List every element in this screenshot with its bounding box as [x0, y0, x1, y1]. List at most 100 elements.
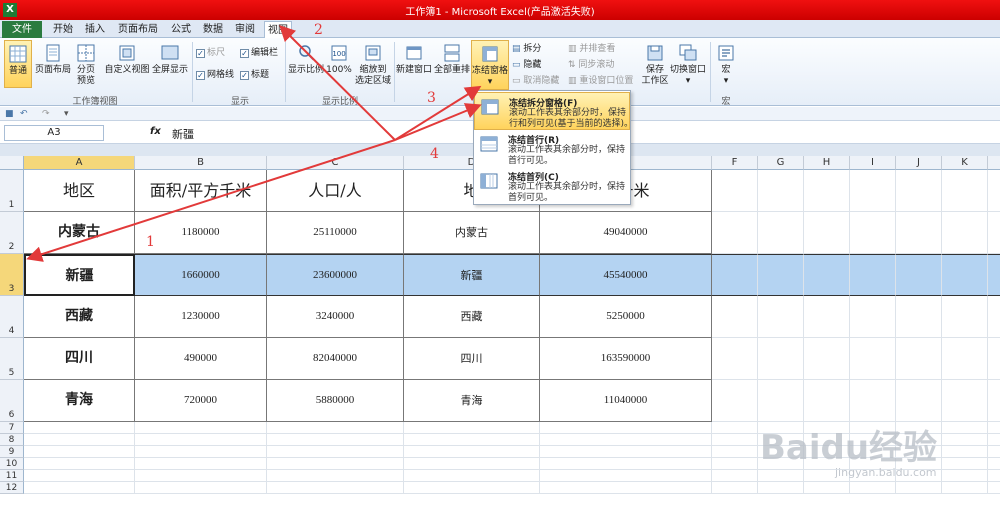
region-cell[interactable]: 新疆 [24, 254, 135, 296]
column-header-k[interactable]: K [942, 156, 988, 170]
empty-cell[interactable] [135, 446, 267, 458]
empty-cell[interactable] [896, 170, 942, 212]
empty-cell[interactable] [942, 470, 988, 482]
empty-cell[interactable] [712, 296, 758, 338]
region-cell[interactable]: 四川 [24, 338, 135, 380]
zoom-to-selection-button[interactable]: 缩放到 选定区域 [354, 43, 392, 87]
table-cell[interactable]: 23600000 [267, 254, 404, 296]
empty-cell[interactable] [404, 482, 540, 494]
table-cell[interactable]: 490000 [135, 338, 267, 380]
row-header-2[interactable]: 2 [0, 212, 24, 254]
save-workspace-button[interactable]: 保存 工作区 [638, 43, 672, 87]
empty-cell[interactable] [712, 458, 758, 470]
empty-cell[interactable] [942, 482, 988, 494]
split-button[interactable]: ▤ 拆分 [512, 43, 541, 55]
empty-cell[interactable] [988, 338, 1000, 380]
empty-cell[interactable] [24, 458, 135, 470]
tab-home[interactable]: 开始 [50, 21, 76, 38]
empty-cell[interactable] [850, 380, 896, 422]
region-cell[interactable]: 内蒙古 [24, 212, 135, 254]
table-cell[interactable]: 49040000 [540, 212, 712, 254]
headings-checkbox[interactable]: ✓ 标题 [240, 69, 269, 81]
empty-cell[interactable] [804, 338, 850, 380]
tab-formulas[interactable]: 公式 [168, 21, 194, 38]
empty-cell[interactable] [404, 470, 540, 482]
empty-cell[interactable] [850, 482, 896, 494]
row-header-12[interactable]: 12 [0, 482, 24, 494]
tab-page-layout[interactable]: 页面布局 [114, 21, 162, 38]
menu-item-freeze-panes[interactable]: 冻结拆分窗格(F) 滚动工作表其余部分时，保持 行和列可见(基于当前的选择)。 [474, 92, 633, 130]
empty-cell[interactable] [942, 446, 988, 458]
empty-cell[interactable] [896, 338, 942, 380]
side-by-side-button[interactable]: ▥ 并排查看 [568, 43, 615, 55]
row-header-11[interactable]: 11 [0, 470, 24, 482]
empty-cell[interactable] [942, 458, 988, 470]
empty-cell[interactable] [758, 380, 804, 422]
empty-cell[interactable] [712, 434, 758, 446]
empty-cell[interactable] [850, 254, 896, 296]
empty-cell[interactable] [267, 446, 404, 458]
column-header-a[interactable]: A [24, 156, 135, 170]
empty-cell[interactable] [267, 434, 404, 446]
row-header-5[interactable]: 5 [0, 338, 24, 380]
column-header-l[interactable]: L [988, 156, 1000, 170]
sync-scroll-button[interactable]: ⇅ 同步滚动 [568, 59, 614, 71]
empty-cell[interactable] [988, 170, 1000, 212]
zoom-100-button[interactable]: 100 100% [326, 43, 352, 76]
undo-icon[interactable]: ↶ [20, 108, 28, 120]
column-header-b[interactable]: B [135, 156, 267, 170]
reset-window-position-button[interactable]: ▥ 重设窗口位置 [568, 75, 633, 87]
switch-windows-button[interactable]: 切换窗口 ▾ [670, 43, 706, 87]
macros-button[interactable]: 宏 ▾ [714, 43, 738, 87]
empty-cell[interactable] [988, 296, 1000, 338]
empty-cell[interactable] [404, 434, 540, 446]
empty-cell[interactable] [540, 434, 712, 446]
tab-data[interactable]: 数据 [200, 21, 226, 38]
row-header-9[interactable]: 9 [0, 446, 24, 458]
tab-file[interactable]: 文件 [2, 21, 42, 38]
table-cell[interactable]: 1660000 [135, 254, 267, 296]
empty-cell[interactable] [135, 422, 267, 434]
empty-cell[interactable] [712, 338, 758, 380]
row-header-1[interactable]: 1 [0, 170, 24, 212]
gridlines-checkbox[interactable]: ✓ 网格线 [196, 69, 234, 81]
region-cell[interactable]: 青海 [24, 380, 135, 422]
empty-cell[interactable] [942, 422, 988, 434]
arrange-all-button[interactable]: 全部重排 [434, 43, 470, 76]
empty-cell[interactable] [758, 254, 804, 296]
empty-cell[interactable] [267, 422, 404, 434]
page-break-preview-button[interactable]: 分页 预览 [74, 43, 98, 87]
row-header-4[interactable]: 4 [0, 296, 24, 338]
table-cell[interactable]: 25110000 [267, 212, 404, 254]
empty-cell[interactable] [24, 470, 135, 482]
empty-cell[interactable] [942, 296, 988, 338]
empty-cell[interactable] [267, 482, 404, 494]
empty-cell[interactable] [850, 296, 896, 338]
empty-cell[interactable] [24, 434, 135, 446]
table-cell[interactable]: 11040000 [540, 380, 712, 422]
region-cell[interactable]: 西藏 [24, 296, 135, 338]
table-cell[interactable]: 内蒙古 [404, 212, 540, 254]
full-screen-button[interactable]: 全屏显示 [152, 43, 188, 76]
column-header-f[interactable]: F [712, 156, 758, 170]
empty-cell[interactable] [850, 212, 896, 254]
table-header-cell[interactable]: 人口/人 [267, 170, 404, 212]
empty-cell[interactable] [758, 212, 804, 254]
empty-cell[interactable] [712, 446, 758, 458]
column-header-h[interactable]: H [804, 156, 850, 170]
empty-cell[interactable] [896, 254, 942, 296]
unhide-button[interactable]: ▭ 取消隐藏 [512, 75, 559, 87]
table-cell[interactable]: 5250000 [540, 296, 712, 338]
table-cell[interactable]: 3240000 [267, 296, 404, 338]
empty-cell[interactable] [988, 470, 1000, 482]
row-header-3[interactable]: 3 [0, 254, 24, 296]
empty-cell[interactable] [540, 446, 712, 458]
empty-cell[interactable] [988, 422, 1000, 434]
empty-cell[interactable] [135, 482, 267, 494]
empty-cell[interactable] [988, 212, 1000, 254]
table-header-cell[interactable]: 地区 [24, 170, 135, 212]
formula-input[interactable]: 新疆 [172, 126, 194, 142]
table-cell[interactable]: 西藏 [404, 296, 540, 338]
empty-cell[interactable] [988, 446, 1000, 458]
freeze-panes-button[interactable]: 冻结窗格 ▾ [471, 40, 509, 90]
